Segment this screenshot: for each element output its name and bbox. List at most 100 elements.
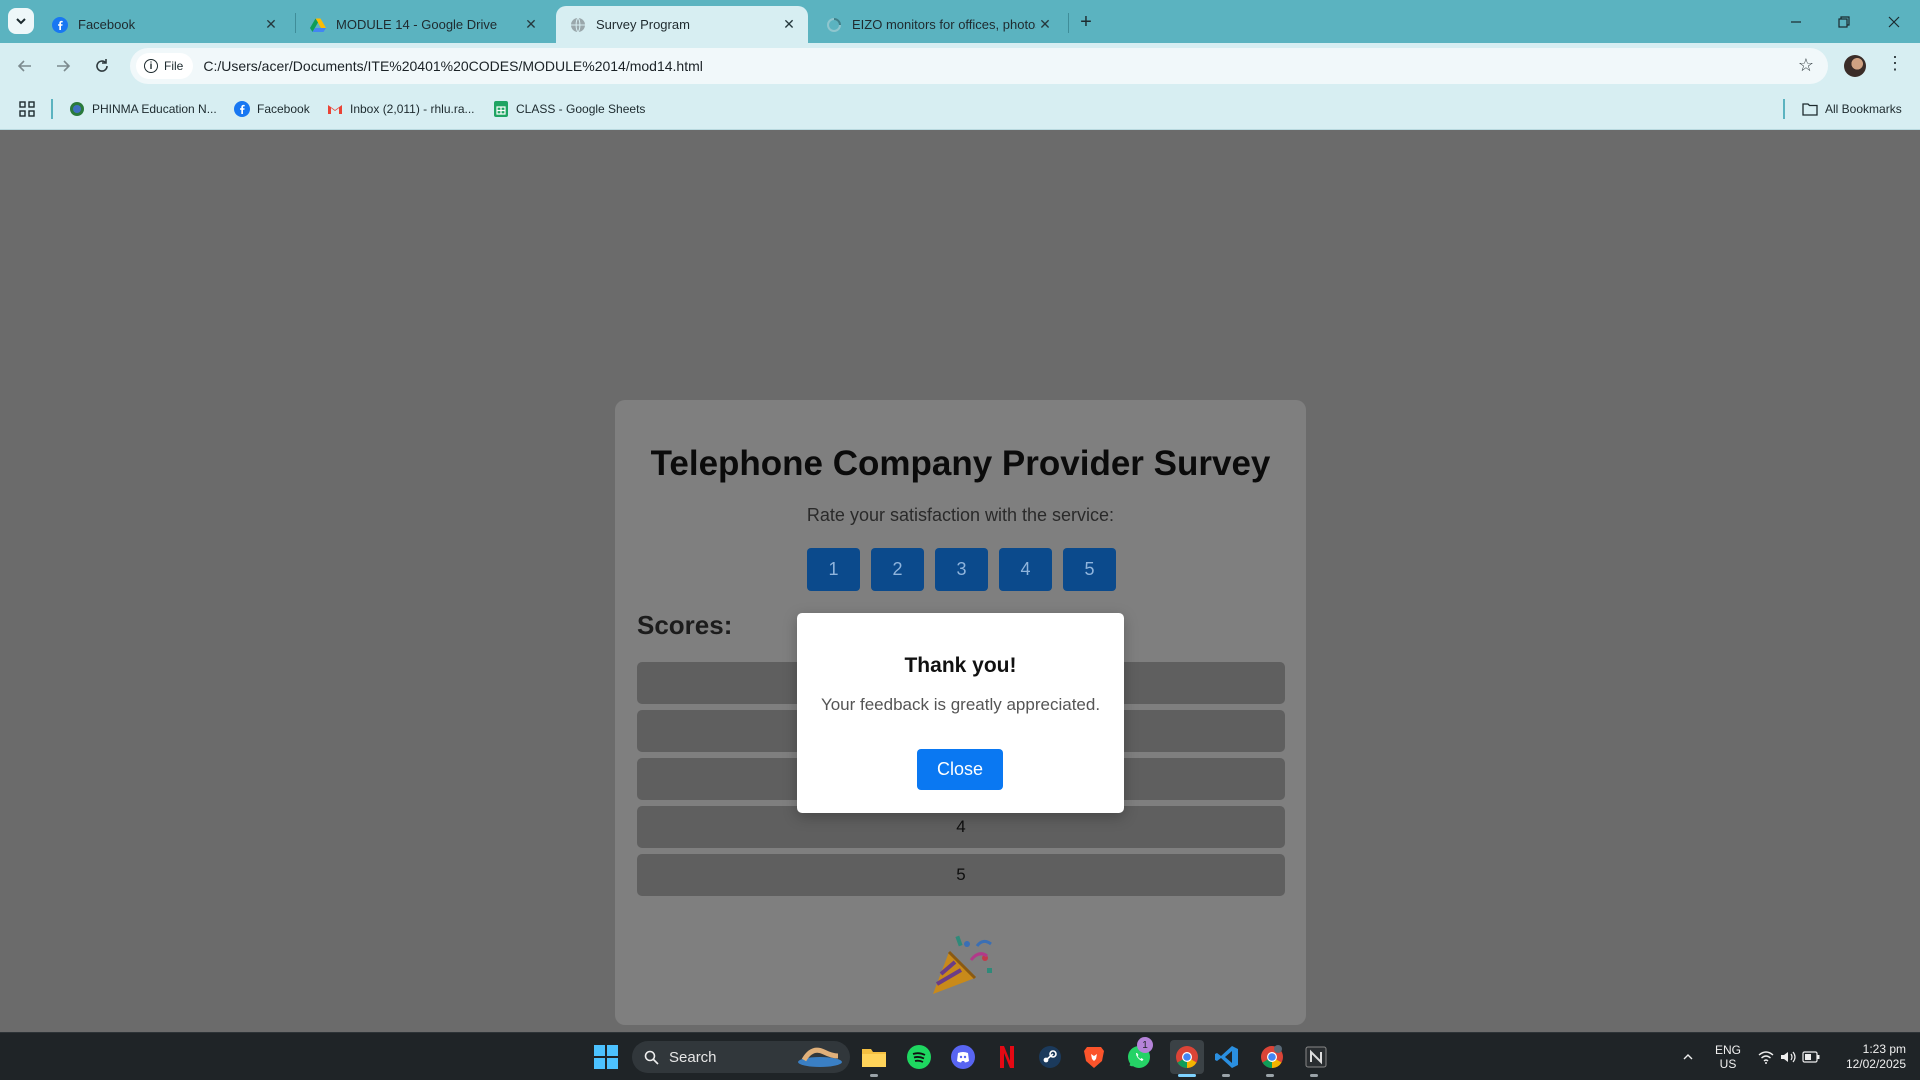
- language-label: ENG: [1715, 1043, 1742, 1057]
- tab-search-button[interactable]: [8, 8, 34, 34]
- spotify-icon[interactable]: [905, 1043, 933, 1071]
- search-highlight-icon: [798, 1047, 842, 1067]
- rating-button-4[interactable]: 4: [999, 548, 1052, 591]
- vscode-icon[interactable]: [1213, 1043, 1241, 1071]
- bookmark-label: Facebook: [257, 102, 310, 116]
- apps-grid-button[interactable]: [19, 99, 35, 119]
- tab-divider: [1068, 13, 1069, 33]
- minimize-button[interactable]: [1770, 0, 1822, 43]
- bookmarks-divider: [51, 99, 53, 119]
- wifi-icon: [1758, 1051, 1774, 1064]
- tab-title: MODULE 14 - Google Drive: [336, 17, 498, 32]
- close-tab-icon[interactable]: ✕: [522, 16, 540, 34]
- file-explorer-icon[interactable]: [860, 1043, 888, 1071]
- tab-title: Survey Program: [596, 17, 690, 32]
- bookmark-label: Inbox (2,011) - rhlu.ra...: [350, 102, 475, 116]
- close-tab-icon[interactable]: ✕: [780, 16, 798, 34]
- scores-heading: Scores:: [637, 610, 733, 640]
- page-viewport: Telephone Company Provider Survey Rate y…: [0, 131, 1920, 1032]
- clock-time: 1:23 pm: [1862, 1042, 1906, 1056]
- modal-message: Your feedback is greatly appreciated.: [820, 695, 1101, 714]
- quick-settings[interactable]: [1758, 1033, 1820, 1080]
- tab-survey-program[interactable]: Survey Program ✕: [556, 6, 808, 43]
- google-drive-icon: [310, 17, 326, 33]
- facebook-icon: [52, 16, 68, 33]
- running-indicator: [1266, 1074, 1274, 1077]
- info-icon: i: [144, 59, 158, 73]
- bookmark-facebook[interactable]: Facebook: [234, 99, 310, 119]
- close-tab-icon[interactable]: ✕: [262, 16, 280, 34]
- restore-button[interactable]: [1818, 0, 1870, 43]
- file-chip-label: File: [164, 59, 184, 73]
- site-info-chip[interactable]: i File: [136, 53, 194, 79]
- chevron-down-icon: [16, 18, 26, 25]
- clock[interactable]: 1:23 pm 12/02/2025: [1836, 1033, 1906, 1080]
- arrow-left-icon: [17, 60, 31, 72]
- bookmark-label: PHINMA Education N...: [92, 102, 217, 116]
- language-indicator[interactable]: ENG US: [1715, 1033, 1742, 1080]
- brave-icon[interactable]: [1080, 1043, 1108, 1071]
- running-indicator: [1310, 1074, 1318, 1077]
- sheets-icon: [493, 101, 509, 117]
- close-window-button[interactable]: [1868, 0, 1920, 43]
- tab-facebook[interactable]: Facebook ✕: [38, 6, 290, 43]
- bookmark-phinma[interactable]: PHINMA Education N...: [69, 99, 217, 119]
- chevron-up-icon: [1683, 1054, 1693, 1060]
- bookmark-gmail[interactable]: Inbox (2,011) - rhlu.ra...: [327, 99, 475, 119]
- modal-close-button[interactable]: Close: [917, 749, 1003, 790]
- rating-button-5[interactable]: 5: [1063, 548, 1116, 591]
- battery-icon: [1802, 1051, 1820, 1063]
- all-bookmarks-button[interactable]: All Bookmarks: [1802, 99, 1902, 119]
- tab-eizo[interactable]: EIZO monitors for offices, photos ... ✕: [812, 6, 1064, 43]
- windows-taskbar: Search 1 ENG US 1:23 pm 12/02/2025: [0, 1032, 1920, 1080]
- loading-icon: [826, 17, 842, 33]
- party-popper-icon: [933, 935, 992, 994]
- taskbar-search[interactable]: Search: [632, 1041, 850, 1073]
- windows-start-icon[interactable]: [592, 1043, 620, 1071]
- tab-title: Facebook: [78, 17, 136, 32]
- volume-icon: [1781, 1051, 1796, 1063]
- forward-button[interactable]: [50, 53, 76, 79]
- rating-button-3[interactable]: 3: [935, 548, 988, 591]
- apps-grid-icon: [19, 101, 35, 117]
- netflix-icon[interactable]: [993, 1043, 1021, 1071]
- facebook-icon: [234, 101, 250, 117]
- new-tab-button[interactable]: +: [1074, 10, 1098, 34]
- bookmarks-divider: [1783, 99, 1785, 119]
- rating-button-1[interactable]: 1: [807, 548, 860, 591]
- back-button[interactable]: [12, 53, 38, 79]
- restore-icon: [1838, 15, 1850, 28]
- profile-avatar[interactable]: [1844, 55, 1866, 77]
- bookmark-star-icon[interactable]: ☆: [1798, 55, 1814, 76]
- plus-icon: +: [1080, 10, 1092, 33]
- browser-tab-strip: Facebook ✕ MODULE 14 - Google Drive ✕ Su…: [0, 0, 1920, 43]
- reload-button[interactable]: [89, 53, 115, 79]
- bookmark-class-sheets[interactable]: CLASS - Google Sheets: [493, 99, 645, 119]
- minimize-icon: [1791, 20, 1801, 23]
- rating-button-2[interactable]: 2: [871, 548, 924, 591]
- search-placeholder: Search: [669, 1048, 717, 1066]
- globe-icon: [570, 17, 586, 33]
- browser-menu-icon[interactable]: ⋮: [1886, 53, 1904, 74]
- region-label: US: [1719, 1057, 1737, 1071]
- modal-heading: Thank you!: [904, 654, 1017, 677]
- whatsapp-badge: 1: [1137, 1037, 1153, 1053]
- thank-you-modal: Thank you! Your feedback is greatly appr…: [797, 613, 1124, 813]
- phinma-icon: [69, 101, 85, 117]
- rating-buttons: 1 2 3 4 5: [807, 548, 1116, 591]
- running-indicator: [870, 1074, 878, 1077]
- browser-toolbar: i File C:/Users/acer/Documents/ITE%20401…: [0, 43, 1920, 88]
- running-indicator: [1222, 1074, 1230, 1077]
- folder-icon: [1802, 101, 1818, 117]
- tab-google-drive[interactable]: MODULE 14 - Google Drive ✕: [296, 6, 550, 43]
- chrome-icon[interactable]: [1170, 1040, 1204, 1074]
- notion-icon[interactable]: [1302, 1043, 1330, 1071]
- address-bar[interactable]: i File C:/Users/acer/Documents/ITE%20401…: [130, 48, 1828, 84]
- steam-icon[interactable]: [1036, 1043, 1064, 1071]
- close-tab-icon[interactable]: ✕: [1036, 16, 1054, 34]
- url-text[interactable]: C:/Users/acer/Documents/ITE%20401%20CODE…: [203, 58, 703, 74]
- show-hidden-icons[interactable]: [1682, 1033, 1694, 1080]
- discord-icon[interactable]: [949, 1043, 977, 1071]
- chrome-alt-icon[interactable]: [1258, 1043, 1286, 1071]
- search-icon: [644, 1050, 659, 1065]
